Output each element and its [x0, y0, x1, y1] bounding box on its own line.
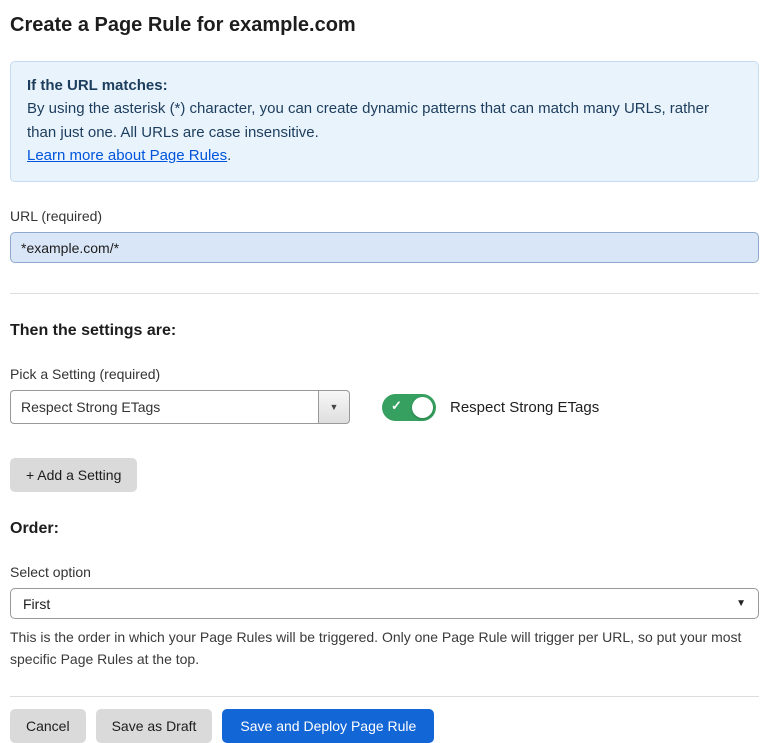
url-match-info-box: If the URL matches: By using the asteris… — [10, 61, 759, 182]
chevron-down-icon: ▼ — [736, 598, 746, 609]
info-box-heading: If the URL matches: — [27, 74, 742, 97]
learn-more-link[interactable]: Learn more about Page Rules — [27, 147, 227, 164]
setting-dropdown-value[interactable]: Respect Strong ETags — [10, 390, 318, 424]
check-icon: ✓ — [391, 398, 402, 414]
dropdown-arrow-button[interactable]: ▼ — [318, 390, 350, 424]
setting-dropdown[interactable]: Respect Strong ETags ▼ — [10, 390, 350, 424]
url-field-label: URL (required) — [10, 208, 759, 224]
chevron-down-icon: ▼ — [330, 402, 339, 412]
add-setting-button[interactable]: + Add a Setting — [10, 458, 137, 492]
url-input[interactable] — [10, 232, 759, 263]
etags-toggle[interactable]: ✓ — [382, 394, 436, 421]
link-period: . — [227, 147, 231, 164]
page-title: Create a Page Rule for example.com — [10, 14, 759, 37]
footer-divider — [10, 696, 759, 697]
pick-setting-label: Pick a Setting (required) — [10, 366, 759, 382]
order-select[interactable]: First ▼ — [10, 588, 759, 619]
order-help-text: This is the order in which your Page Rul… — [10, 627, 759, 670]
toggle-label: Respect Strong ETags — [450, 399, 599, 416]
order-heading: Order: — [10, 520, 759, 538]
info-box-body: By using the asterisk (*) character, you… — [27, 97, 742, 144]
section-divider — [10, 293, 759, 294]
save-deploy-button[interactable]: Save and Deploy Page Rule — [222, 709, 434, 743]
order-select-label: Select option — [10, 564, 759, 580]
setting-row: Respect Strong ETags ▼ ✓ Respect Strong … — [10, 390, 759, 424]
cancel-button[interactable]: Cancel — [10, 709, 86, 743]
footer-buttons: Cancel Save as Draft Save and Deploy Pag… — [10, 709, 759, 743]
save-draft-button[interactable]: Save as Draft — [96, 709, 213, 743]
settings-heading: Then the settings are: — [10, 322, 759, 340]
order-select-value: First — [23, 596, 736, 612]
info-box-link-line: Learn more about Page Rules. — [27, 144, 742, 167]
page-rule-form: Create a Page Rule for example.com If th… — [0, 0, 769, 743]
toggle-knob — [412, 397, 433, 418]
